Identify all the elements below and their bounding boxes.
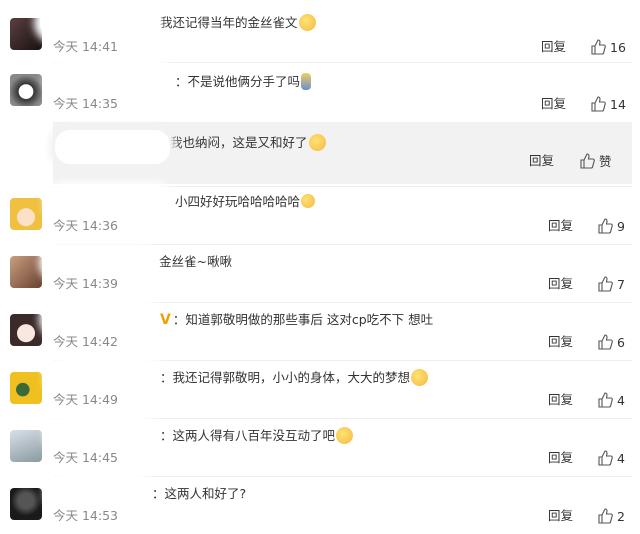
comment-item: ：这两人和好了? 今天 14:53 回复 2 bbox=[0, 476, 640, 534]
reply-button[interactable]: 回复 bbox=[548, 334, 573, 350]
comment-time: 今天 14:53 bbox=[53, 508, 118, 523]
reply-button[interactable]: 回复 bbox=[541, 39, 566, 55]
thumbs-up-icon bbox=[591, 39, 606, 55]
thumbs-up-icon bbox=[598, 450, 613, 466]
avatar[interactable] bbox=[10, 256, 42, 288]
avatar[interactable] bbox=[10, 198, 42, 230]
thumbs-up-icon bbox=[598, 508, 613, 524]
like-button[interactable]: 9 bbox=[597, 218, 625, 235]
username-redacted bbox=[50, 64, 170, 94]
comment-text: V ：知道郭敬明做的那些事后 这对cp吃不下 想吐 bbox=[160, 312, 434, 328]
thumbs-up-icon bbox=[580, 153, 595, 169]
username-redacted bbox=[50, 362, 162, 392]
comment-item: V ：知道郭敬明做的那些事后 这对cp吃不下 想吐 今天 14:42 回复 6 bbox=[0, 302, 640, 360]
like-button[interactable]: 16 bbox=[590, 39, 626, 56]
thumbs-up-icon bbox=[591, 96, 606, 112]
comment-text: 金丝雀~啾啾 bbox=[159, 254, 232, 269]
reply-button[interactable]: 回复 bbox=[548, 508, 573, 524]
comment-item: ：这两人得有八百年没互动了吧 今天 14:45 回复 4 bbox=[0, 418, 640, 476]
comment-time: 今天 14:41 bbox=[53, 39, 118, 54]
like-label: 赞 bbox=[599, 154, 612, 169]
avatar[interactable] bbox=[10, 314, 42, 346]
comment-item: 金丝雀~啾啾 今天 14:39 回复 7 bbox=[0, 244, 640, 302]
username-redacted bbox=[45, 248, 153, 278]
like-count: 6 bbox=[617, 335, 625, 350]
comment-text: 我还记得当年的金丝雀文 bbox=[160, 14, 316, 31]
comment-time: 今天 14:42 bbox=[53, 334, 118, 349]
like-button[interactable]: 4 bbox=[597, 392, 625, 409]
comment-text: 小四好好玩哈哈哈哈哈 bbox=[175, 194, 316, 210]
comment-time: 今天 14:45 bbox=[53, 450, 118, 465]
like-count: 14 bbox=[610, 97, 626, 112]
emoji-icon bbox=[298, 14, 316, 31]
like-count: 4 bbox=[617, 451, 625, 466]
avatar[interactable] bbox=[10, 430, 42, 462]
avatar[interactable] bbox=[10, 488, 42, 520]
like-button[interactable]: 7 bbox=[597, 276, 625, 293]
like-count: 7 bbox=[617, 277, 625, 292]
thumbs-up-icon bbox=[598, 334, 613, 350]
avatar[interactable] bbox=[10, 372, 42, 404]
username-redacted bbox=[55, 130, 170, 164]
comment-time: 今天 14:35 bbox=[53, 96, 118, 111]
emoji-icon bbox=[336, 427, 354, 444]
emoji-icon bbox=[308, 134, 326, 151]
thumbs-up-icon bbox=[598, 218, 613, 234]
comment-time: 今天 14:36 bbox=[53, 218, 118, 233]
sub-reply-text: 我也纳闷，这是又和好了 bbox=[170, 134, 326, 151]
like-button[interactable]: 14 bbox=[590, 96, 626, 113]
username-redacted bbox=[40, 8, 155, 38]
reply-button[interactable]: 回复 bbox=[548, 392, 573, 408]
username-redacted bbox=[50, 478, 150, 508]
like-count: 9 bbox=[617, 219, 625, 234]
comment-text: ：不是说他俩分手了吗 bbox=[175, 73, 312, 90]
comment-text: ：我还记得郭敬明，小小的身体，大大的梦想 bbox=[160, 369, 429, 386]
like-button[interactable]: 4 bbox=[597, 450, 625, 467]
username-redacted bbox=[50, 188, 170, 218]
username-redacted bbox=[50, 420, 155, 450]
comment-item: 小四好好玩哈哈哈哈哈 今天 14:36 回复 9 bbox=[0, 186, 640, 244]
like-count: 16 bbox=[610, 40, 626, 55]
like-button[interactable]: 2 bbox=[597, 508, 625, 525]
comment-text: ：这两人得有八百年没互动了吧 bbox=[160, 427, 354, 444]
reply-button[interactable]: 回复 bbox=[529, 153, 554, 169]
sub-reply-block: 我也纳闷，这是又和好了 回复 赞 bbox=[53, 122, 632, 184]
avatar[interactable] bbox=[10, 18, 42, 50]
reply-button[interactable]: 回复 bbox=[548, 218, 573, 234]
username-redacted bbox=[45, 304, 157, 334]
like-button[interactable]: 6 bbox=[597, 334, 625, 351]
emoji-icon bbox=[301, 194, 316, 208]
comment-time: 今天 14:49 bbox=[53, 392, 118, 407]
avatar[interactable] bbox=[10, 74, 42, 106]
emoji-icon bbox=[411, 369, 429, 386]
comment-time: 今天 14:39 bbox=[53, 276, 118, 291]
reply-button[interactable]: 回复 bbox=[548, 276, 573, 292]
comment-text: ：这两人和好了? bbox=[152, 486, 247, 501]
comment-item: ：我还记得郭敬明，小小的身体，大大的梦想 今天 14:49 回复 4 bbox=[0, 360, 640, 418]
comment-item: 我还记得当年的金丝雀文 今天 14:41 回复 16 bbox=[0, 0, 640, 64]
reply-button[interactable]: 回复 bbox=[548, 450, 573, 466]
like-count: 2 bbox=[617, 509, 625, 524]
thumbs-up-icon bbox=[598, 276, 613, 292]
vip-badge-icon: V bbox=[160, 312, 171, 328]
like-button[interactable]: 赞 bbox=[579, 153, 612, 170]
reply-button[interactable]: 回复 bbox=[541, 96, 566, 112]
like-count: 4 bbox=[617, 393, 625, 408]
thumbs-up-icon bbox=[598, 392, 613, 408]
emoji-icon bbox=[301, 73, 312, 90]
